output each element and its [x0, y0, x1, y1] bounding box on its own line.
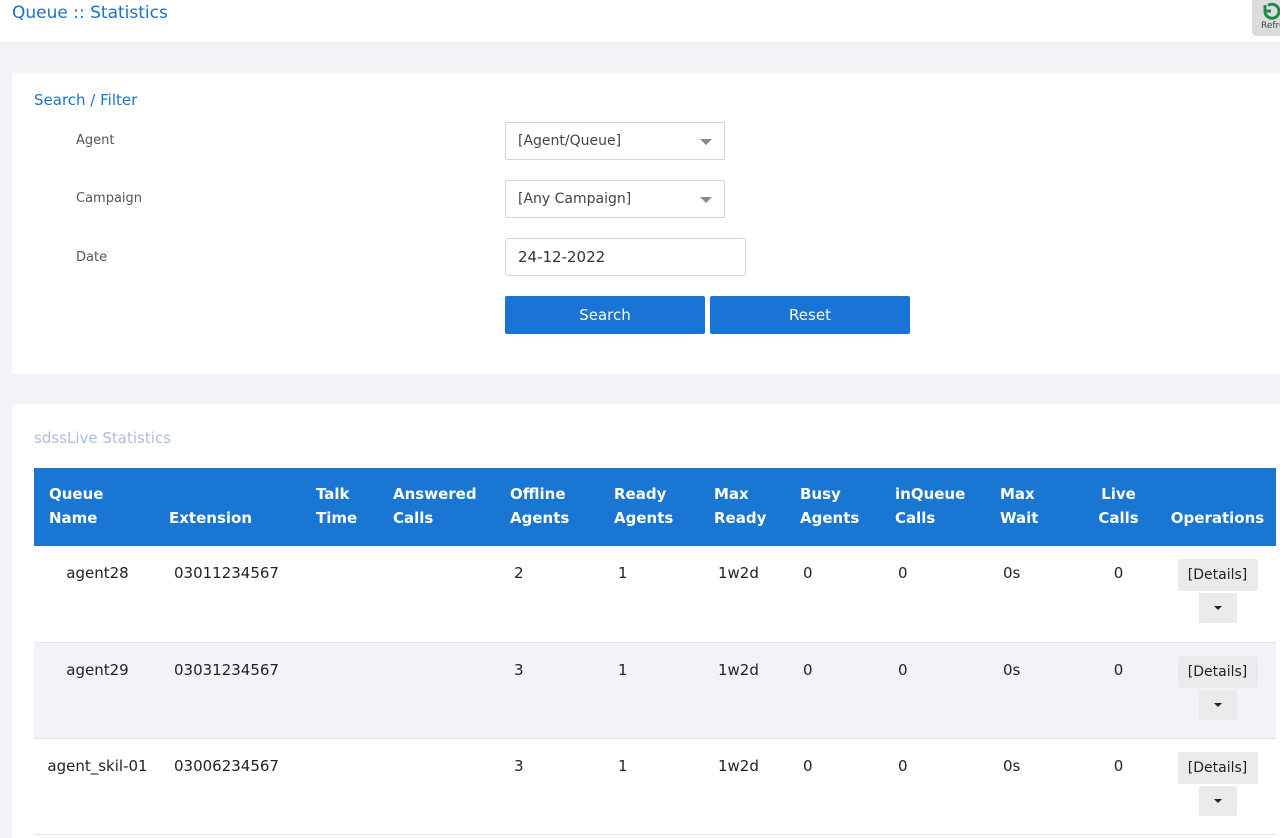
extension-cell: 03011234567: [174, 564, 279, 582]
operations-cell: [Details]: [1159, 642, 1276, 738]
column-header[interactable]: Busy Agents: [792, 468, 887, 546]
details-button[interactable]: [Details]: [1177, 751, 1258, 784]
column-header[interactable]: Max Ready: [706, 468, 792, 546]
max-ready-cell: 1w2d: [718, 564, 759, 582]
max-wait-cell: 0s: [1003, 564, 1021, 582]
details-button[interactable]: [Details]: [1177, 655, 1258, 688]
column-header[interactable]: Answered Calls: [385, 468, 502, 546]
operations-dropdown-button[interactable]: [1198, 785, 1237, 816]
operations-dropdown-button[interactable]: [1198, 593, 1237, 623]
answered-calls-cell: [385, 546, 502, 642]
live-calls-cell: 0: [1113, 756, 1124, 775]
table-row: agent28 03011234567 2 1 1w2d 0 0 0s 0 [D…: [34, 546, 1276, 642]
chevron-down-icon: [1213, 606, 1222, 610]
queue-name-cell: agent28: [66, 564, 129, 582]
search-button[interactable]: Search: [505, 296, 705, 334]
max-ready-cell: 1w2d: [718, 756, 759, 775]
statistics-table: Queue Name Extension Talk Time Answered …: [34, 468, 1276, 835]
table-row: agent29 03031234567 3 1 1w2d 0 0 0s 0 [D…: [34, 642, 1276, 738]
operations-cell: [Details]: [1159, 546, 1276, 642]
answered-calls-cell: [385, 642, 502, 738]
max-wait-cell: 0s: [1003, 756, 1021, 775]
ready-agents-cell: 1: [618, 756, 628, 775]
offline-agents-cell: 2: [514, 564, 524, 582]
busy-agents-cell: 0: [803, 564, 813, 582]
queue-name-cell: agent_skil-01: [47, 756, 148, 775]
ready-agents-cell: 1: [618, 660, 628, 679]
campaign-select[interactable]: [Any Campaign]: [505, 180, 725, 218]
chevron-down-icon: [1213, 798, 1222, 803]
inqueue-calls-cell: 0: [898, 756, 908, 775]
reset-button[interactable]: Reset: [710, 296, 910, 334]
talk-time-cell: [308, 642, 385, 738]
busy-agents-cell: 0: [803, 660, 813, 679]
refresh-label: Refresh: [1261, 21, 1280, 31]
campaign-select-value: [Any Campaign]: [518, 191, 632, 207]
answered-calls-cell: [385, 738, 502, 834]
live-statistics-title: sdssLive Statistics: [34, 429, 171, 447]
chevron-down-icon: [1213, 702, 1222, 707]
search-filter-title: Search / Filter: [34, 91, 138, 109]
busy-agents-cell: 0: [803, 756, 813, 775]
operations-cell: [Details]: [1159, 738, 1276, 834]
column-header[interactable]: Talk Time: [308, 468, 385, 546]
max-ready-cell: 1w2d: [718, 660, 759, 679]
date-input[interactable]: [505, 238, 746, 276]
page-title: Queue :: Statistics: [12, 3, 168, 23]
column-header[interactable]: Offline Agents: [502, 468, 606, 546]
offline-agents-cell: 3: [514, 756, 524, 775]
live-calls-cell: 0: [1113, 660, 1124, 679]
refresh-icon: [1263, 2, 1280, 20]
column-header[interactable]: Queue Name: [34, 468, 161, 546]
live-statistics-card: sdssLive Statistics Queue Name Extension…: [12, 404, 1280, 838]
search-filter-card: Search / Filter Agent [Agent/Queue] Camp…: [12, 73, 1280, 374]
table-header-row: Queue Name Extension Talk Time Answered …: [34, 468, 1276, 546]
chevron-down-icon: [700, 197, 712, 203]
queue-name-cell: agent29: [66, 660, 129, 679]
column-header[interactable]: Ready Agents: [606, 468, 706, 546]
refresh-button[interactable]: Refresh: [1252, 0, 1280, 36]
extension-cell: 03031234567: [174, 660, 279, 679]
date-label: Date: [76, 250, 108, 265]
column-header: Operations: [1170, 509, 1265, 527]
ready-agents-cell: 1: [618, 564, 628, 582]
extension-cell: 03006234567: [174, 756, 279, 775]
operations-dropdown-button[interactable]: [1198, 689, 1237, 720]
talk-time-cell: [308, 738, 385, 834]
column-header[interactable]: Extension: [161, 468, 308, 546]
agent-label: Agent: [76, 133, 115, 148]
inqueue-calls-cell: 0: [898, 564, 908, 582]
column-header[interactable]: Live Calls: [1078, 468, 1159, 546]
column-header[interactable]: Max Wait: [992, 468, 1078, 546]
talk-time-cell: [308, 546, 385, 642]
campaign-label: Campaign: [76, 191, 143, 206]
details-button[interactable]: [Details]: [1177, 559, 1258, 591]
column-header[interactable]: inQueue Calls: [887, 468, 992, 546]
top-bar: Queue :: Statistics Refresh: [0, 0, 1280, 42]
inqueue-calls-cell: 0: [898, 660, 908, 679]
agent-select-value: [Agent/Queue]: [518, 133, 622, 149]
max-wait-cell: 0s: [1003, 660, 1021, 679]
live-calls-cell: 0: [1113, 564, 1124, 582]
chevron-down-icon: [700, 139, 712, 145]
agent-select[interactable]: [Agent/Queue]: [505, 122, 725, 160]
table-row: agent_skil-01 03006234567 3 1 1w2d 0 0 0…: [34, 738, 1276, 834]
offline-agents-cell: 3: [514, 660, 524, 679]
